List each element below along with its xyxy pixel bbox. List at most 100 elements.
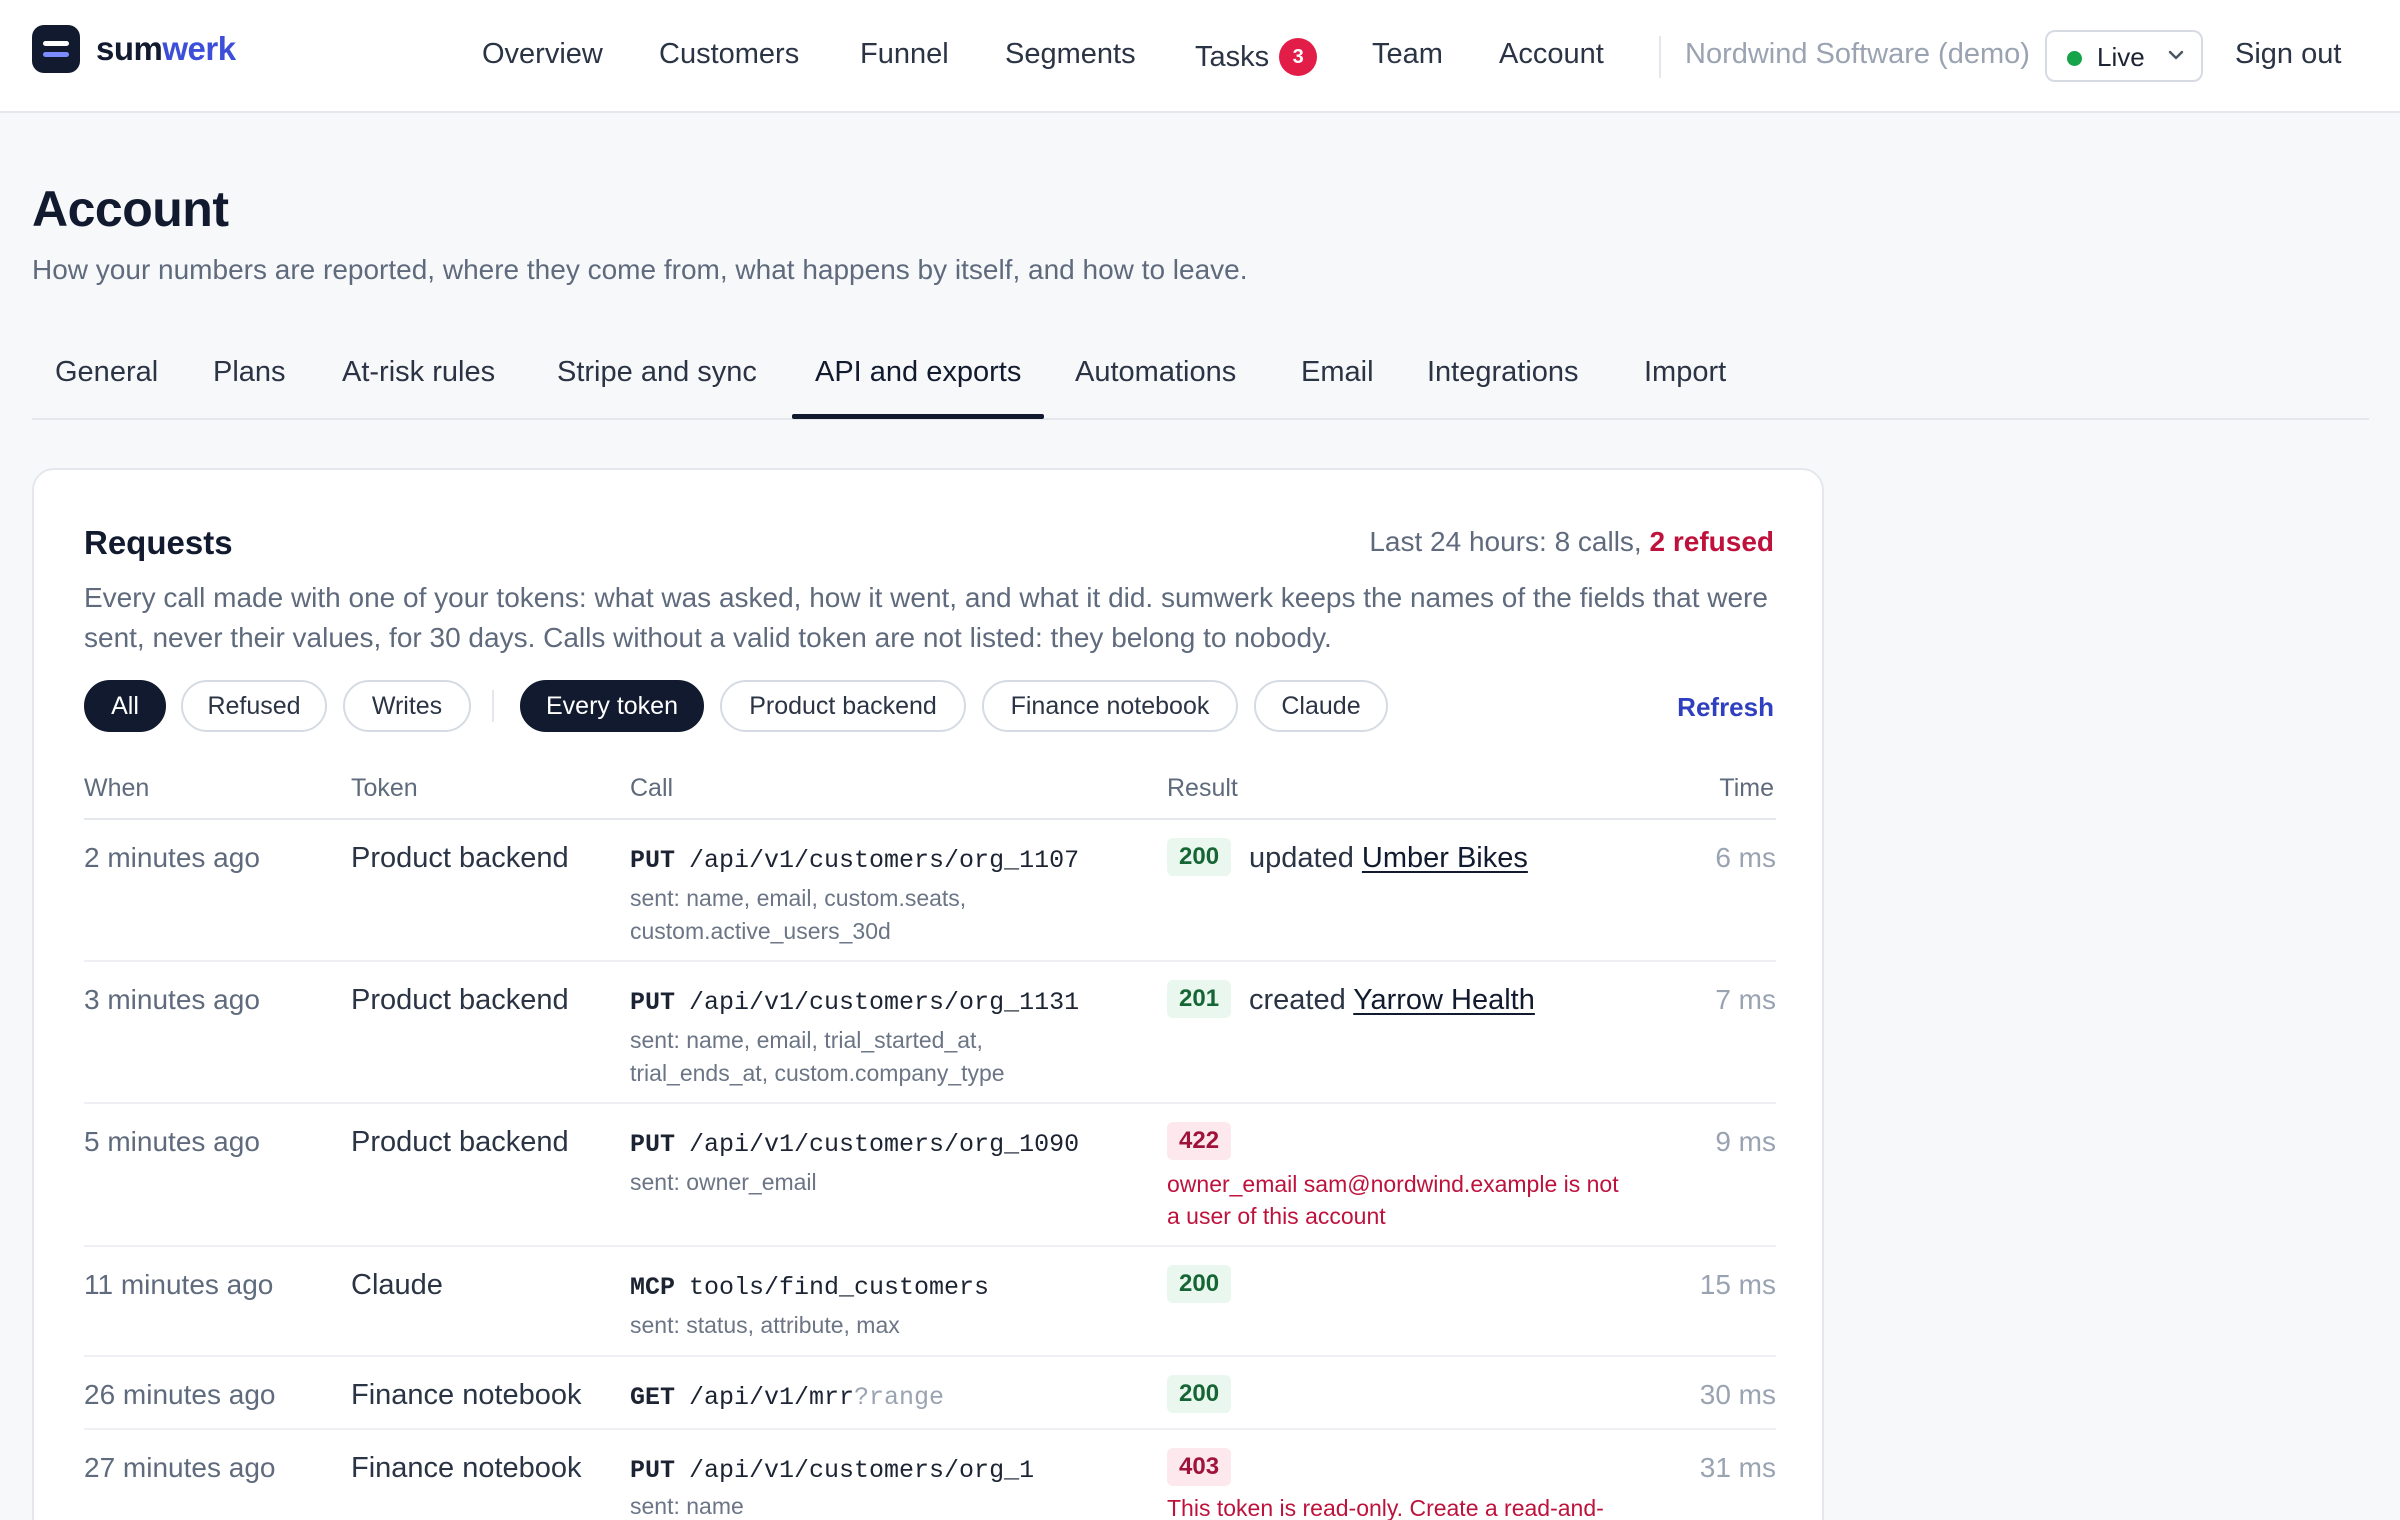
status-badge: 200 [1167, 1375, 1232, 1413]
tab-import[interactable]: Import [1644, 356, 1726, 389]
row-time: 9 ms [1715, 1126, 1776, 1157]
row-when: 5 minutes ago [84, 1126, 260, 1157]
table-row[interactable]: 11 minutes ago Claude MCP tools/find_cust… [84, 1247, 1776, 1357]
row-time: 30 ms [1699, 1379, 1776, 1410]
sign-out-link[interactable]: Sign out [2235, 38, 2341, 71]
requests-summary: Last 24 hours: 8 calls, 2 refused [1369, 526, 1774, 558]
nav-tasks-label: Tasks [1195, 41, 1270, 73]
brand-logo[interactable]: sumwerk [32, 25, 236, 73]
row-token: Product backend [351, 984, 569, 1016]
http-method: PUT [630, 1456, 676, 1485]
http-method: PUT [630, 988, 676, 1017]
filter-writes[interactable]: Writes [343, 680, 471, 732]
token-filter-product-backend[interactable]: Product backend [720, 680, 966, 732]
tab-stripe-and-sync[interactable]: Stripe and sync [557, 356, 757, 389]
live-status-dot [2067, 51, 2082, 66]
brand-name: sumwerk [96, 30, 236, 67]
row-sent-fields: sent: owner_email [630, 1169, 817, 1195]
column-time: Time [1719, 774, 1774, 802]
nav-divider [1659, 36, 1661, 78]
column-result: Result [1167, 774, 1238, 802]
row-sent-fields: sent: name, email, custom.seats, custom.… [630, 885, 967, 944]
refresh-link[interactable]: Refresh [1677, 692, 1774, 723]
tab-api-and-exports[interactable]: API and exports [815, 356, 1021, 389]
tab-plans[interactable]: Plans [213, 356, 286, 389]
row-call: PUT/api/v1/customers/org_1 [630, 1456, 1034, 1485]
row-sent-fields: sent: status, attribute, max [630, 1312, 900, 1338]
refused-count: 2 refused [1649, 526, 1775, 557]
row-when: 2 minutes ago [84, 842, 260, 873]
customer-link[interactable]: Umber Bikes [1362, 842, 1528, 874]
logo-icon [32, 25, 80, 73]
requests-description: Every call made with one of your tokens:… [84, 582, 1768, 653]
row-token: Finance notebook [351, 1379, 582, 1411]
account-tabs: General Plans At-risk rules Stripe and s… [32, 340, 2369, 420]
status-badge: 422 [1167, 1122, 1232, 1160]
column-call: Call [630, 774, 674, 802]
row-when: 26 minutes ago [84, 1379, 276, 1410]
row-time: 7 ms [1715, 984, 1776, 1015]
tab-automations[interactable]: Automations [1075, 356, 1236, 389]
filter-all[interactable]: All [84, 680, 166, 732]
row-call: PUT/api/v1/customers/org_1090 [630, 1130, 1079, 1159]
nav-customers[interactable]: Customers [659, 38, 799, 71]
row-call: PUT/api/v1/customers/org_1131 [630, 988, 1079, 1017]
status-badge: 200 [1167, 838, 1232, 876]
requests-card: Requests Last 24 hours: 8 calls, 2 refus… [32, 468, 1824, 1520]
nav-segments[interactable]: Segments [1005, 38, 1136, 71]
status-badge: 200 [1167, 1265, 1232, 1303]
customer-link[interactable]: Yarrow Health [1353, 984, 1535, 1016]
tab-email[interactable]: Email [1301, 356, 1374, 389]
tasks-count-badge: 3 [1279, 38, 1318, 76]
row-call: MCP tools/find_customers [630, 1273, 989, 1302]
row-when: 3 minutes ago [84, 984, 260, 1015]
nav-account[interactable]: Account [1499, 38, 1604, 71]
filter-refused[interactable]: Refused [181, 680, 327, 732]
row-token: Product backend [351, 1126, 569, 1158]
http-method: PUT [630, 1130, 676, 1159]
tab-general[interactable]: General [55, 356, 158, 389]
requests-title: Requests [84, 524, 233, 561]
summary-text: Last 24 hours: 8 calls, [1369, 526, 1650, 557]
row-token: Claude [351, 1269, 443, 1301]
result-action: updated [1249, 842, 1362, 874]
status-badge: 201 [1167, 980, 1232, 1018]
nav-funnel[interactable]: Funnel [860, 38, 949, 71]
filter-divider [492, 690, 494, 722]
environment-select[interactable]: Live [2045, 30, 2203, 82]
request-path: /api/v1/customers/org_1107 [689, 846, 1080, 875]
table-row[interactable]: 2 minutes ago Product backend PUT/api/v1… [84, 820, 1776, 962]
table-row[interactable]: 26 minutes ago Finance notebook GET/api/… [84, 1357, 1776, 1430]
token-filter-finance-notebook[interactable]: Finance notebook [982, 680, 1238, 732]
tab-at-risk-rules[interactable]: At-risk rules [342, 356, 495, 389]
row-result: created Yarrow Health [1249, 984, 1535, 1017]
environment-label: Live [2097, 42, 2145, 72]
row-call: GET/api/v1/mrr?range [630, 1383, 944, 1412]
nav-overview[interactable]: Overview [482, 38, 603, 71]
token-filter-claude[interactable]: Claude [1254, 680, 1388, 732]
active-tab-indicator [792, 414, 1044, 419]
table-row[interactable]: 27 minutes ago Finance notebook PUT/api/… [84, 1430, 1776, 1520]
result-action: created [1249, 984, 1354, 1016]
nav-tasks[interactable]: Tasks 3 [1195, 38, 1318, 76]
row-token: Product backend [351, 842, 569, 874]
table-row[interactable]: 5 minutes ago Product backend PUT/api/v1… [84, 1104, 1776, 1247]
http-method: PUT [630, 846, 676, 875]
http-method: MCP [630, 1273, 676, 1302]
nav-team[interactable]: Team [1372, 38, 1443, 71]
row-error-message: owner_email sam@nordwind.example is not … [1167, 1171, 1619, 1229]
row-time: 31 ms [1699, 1452, 1776, 1483]
tab-integrations[interactable]: Integrations [1427, 356, 1579, 389]
token-filter-every-token[interactable]: Every token [520, 680, 704, 732]
http-method: GET [630, 1383, 676, 1412]
table-row[interactable]: 3 minutes ago Product backend PUT/api/v1… [84, 962, 1776, 1104]
row-call: PUT/api/v1/customers/org_1107 [630, 846, 1079, 875]
request-path: /api/v1/customers/org_1131 [689, 988, 1080, 1017]
status-badge: 403 [1167, 1448, 1232, 1486]
organization-name[interactable]: Nordwind Software (demo) [1685, 38, 2030, 71]
top-navigation: sumwerk Overview Customers Funnel Segmen… [0, 0, 2400, 113]
request-path: /api/v1/mrr [689, 1383, 855, 1412]
column-when: When [84, 774, 150, 802]
page-subtitle: How your numbers are reported, where the… [32, 254, 1248, 285]
request-path: tools/find_customers [689, 1273, 990, 1302]
